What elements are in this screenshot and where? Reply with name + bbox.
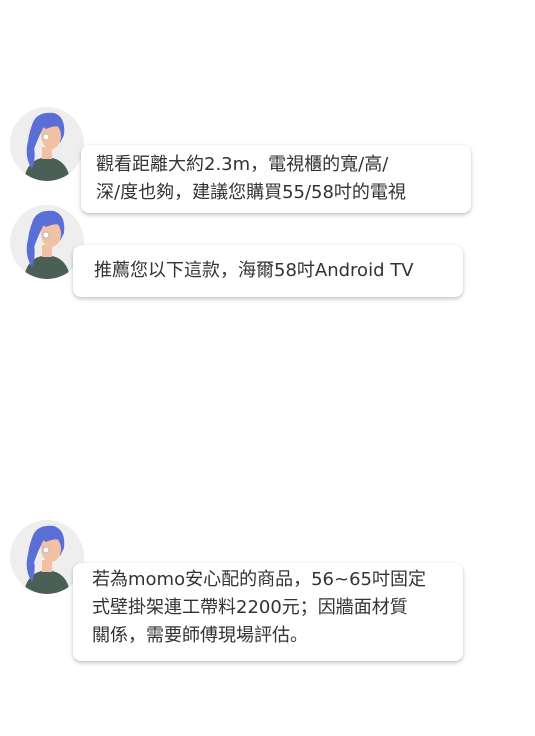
message-text-line: 深/度也夠，建議您購買55/58吋的電視 xyxy=(96,182,406,203)
agent-avatar-icon xyxy=(10,107,84,181)
message-text-line: 觀看距離大約2.3m，電視櫃的寬/高/ xyxy=(96,154,389,175)
message-text-line: 若為momo安心配的商品，56~65吋固定 xyxy=(92,569,426,590)
message-text-line: 關係，需要師傅現場評估。 xyxy=(92,625,308,646)
message-text-line: 式壁掛架連工帶料2200元；因牆面材質 xyxy=(92,597,408,618)
message-text-line: 推薦您以下這款，海爾58吋Android TV xyxy=(94,260,414,281)
chat-message-bubble: 觀看距離大約2.3m，電視櫃的寬/高/ 深/度也夠，建議您購買55/58吋的電視 xyxy=(81,145,471,213)
chat-message-bubble: 若為momo安心配的商品，56~65吋固定 式壁掛架連工帶料2200元；因牆面材… xyxy=(73,563,463,661)
agent-avatar xyxy=(10,107,84,181)
chat-message-bubble: 推薦您以下這款，海爾58吋Android TV xyxy=(73,245,463,297)
